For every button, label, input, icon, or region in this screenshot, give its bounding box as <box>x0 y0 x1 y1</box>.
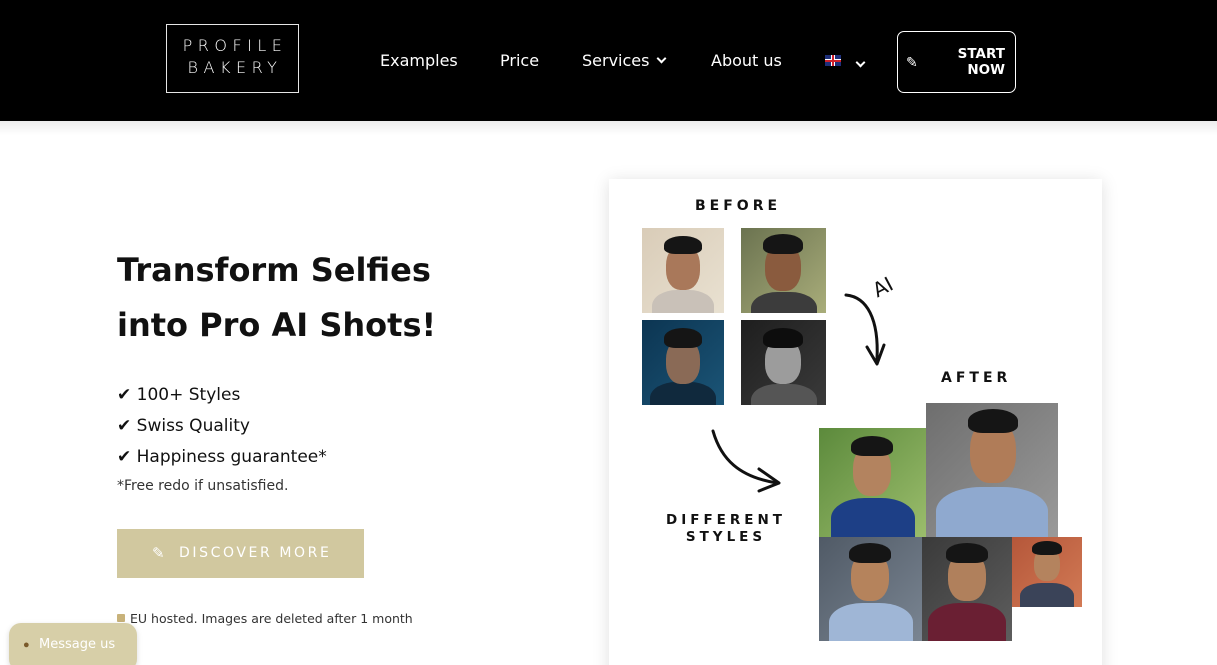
after-photo-orange-bg <box>1012 537 1082 607</box>
before-after-showcase: BEFORE AI AFTER DIFFERENT STYLES <box>609 179 1102 665</box>
different-styles-line-2: STYLES <box>685 529 767 545</box>
feature-quality: ✔ Swiss Quality <box>117 416 250 436</box>
headline-line-2: into Pro AI Shots! <box>117 306 437 344</box>
brand-logo[interactable]: PROFILE BAKERY <box>166 24 299 93</box>
guarantee-note: *Free redo if unsatisfied. <box>117 478 289 494</box>
start-now-line-2: NOW <box>967 62 1005 78</box>
language-dropdown[interactable] <box>848 54 866 76</box>
after-photo-maroon-suit <box>922 537 1012 641</box>
chat-icon: ● <box>23 639 30 651</box>
chevron-down-icon <box>855 57 866 68</box>
magic-wand-icon: ✎ <box>906 54 918 70</box>
feature-list: ✔ 100+ Styles ✔ Swiss Quality ✔ Happines… <box>117 380 327 473</box>
hero-headline: Transform Selfies into Pro AI Shots! <box>117 243 497 353</box>
discover-more-button[interactable]: ✎ DISCOVER MORE <box>117 529 364 578</box>
after-photo-gray-bg <box>926 403 1058 537</box>
privacy-note: EU hosted. Images are deleted after 1 mo… <box>117 611 413 626</box>
nav-price[interactable]: Price <box>500 50 539 72</box>
nav-services-label: Services <box>582 51 650 70</box>
start-now-label: START NOW <box>945 46 1005 78</box>
site-header: PROFILE BAKERY Examples Price Services A… <box>0 0 1217 121</box>
after-photo-blue-shirt <box>819 537 922 641</box>
feature-guarantee: ✔ Happiness guarantee* <box>117 447 327 467</box>
different-styles-label: DIFFERENT STYLES <box>666 512 786 546</box>
start-now-line-1: START <box>957 46 1005 62</box>
nav-examples[interactable]: Examples <box>380 50 458 72</box>
discover-more-label: DISCOVER MORE <box>179 545 332 561</box>
message-us-label: Message us <box>39 637 116 652</box>
after-label: AFTER <box>941 370 1012 386</box>
privacy-text: EU hosted. Images are deleted after 1 mo… <box>130 611 413 626</box>
logo-line-2: BAKERY <box>187 58 283 77</box>
lock-icon <box>117 614 125 622</box>
nav-about[interactable]: About us <box>711 50 782 72</box>
feature-styles: ✔ 100+ Styles <box>117 385 241 405</box>
header-shadow <box>0 121 1217 135</box>
chevron-down-icon <box>657 53 667 64</box>
uk-flag-icon[interactable] <box>825 55 841 66</box>
logo-line-1: PROFILE <box>182 36 288 55</box>
magic-wand-icon: ✎ <box>152 545 165 562</box>
headline-line-1: Transform Selfies <box>117 251 431 289</box>
after-photo-green-bg <box>819 428 926 537</box>
nav-services[interactable]: Services <box>582 50 667 72</box>
different-styles-line-1: DIFFERENT <box>666 512 787 528</box>
message-us-widget[interactable]: ● Message us <box>9 623 137 665</box>
start-now-button[interactable]: ✎ START NOW <box>897 31 1016 93</box>
